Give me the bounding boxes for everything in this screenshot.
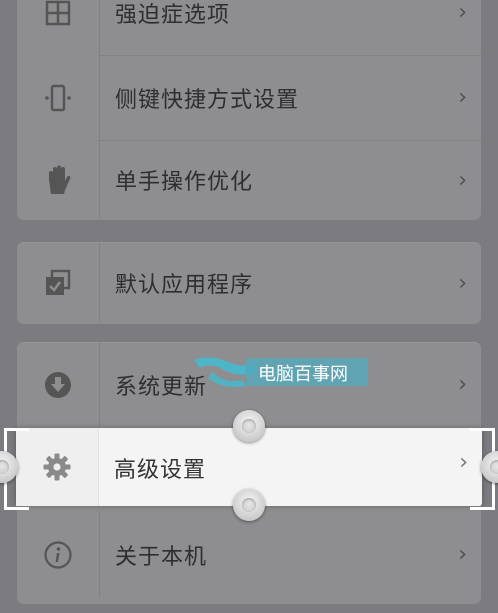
menu-item-label: 默认应用程序: [115, 273, 254, 298]
menu-item-ocd-options[interactable]: 强迫症选项 ›: [17, 0, 481, 55]
settings-group-2: 默认应用程序 ›: [17, 242, 481, 324]
chevron-right-icon: ›: [458, 85, 467, 110]
drag-handle-bottom[interactable]: [233, 489, 265, 521]
default-apps-icon: [17, 242, 100, 324]
menu-item-label: 侧键快捷方式设置: [115, 87, 300, 113]
chevron-right-icon: ›: [459, 450, 468, 475]
grid-icon: [17, 0, 100, 55]
chevron-right-icon: ›: [458, 542, 467, 567]
drag-handle-top[interactable]: [233, 410, 265, 442]
menu-item-label: 关于本机: [115, 544, 208, 570]
chevron-right-icon: ›: [458, 270, 467, 296]
chevron-right-icon: ›: [458, 167, 467, 193]
download-icon: [17, 342, 100, 427]
menu-item-one-hand[interactable]: 单手操作优化 ›: [17, 140, 481, 220]
settings-group-1: 强迫症选项 › 侧键快捷方式设置 › 单手操作优化 ›: [17, 0, 481, 220]
watermark: 电脑百事网: [190, 354, 368, 388]
menu-item-label: 高级设置: [114, 458, 207, 483]
watermark-text: 电脑百事网: [258, 364, 348, 385]
menu-item-label: 单手操作优化: [115, 170, 254, 195]
chevron-right-icon: ›: [458, 0, 467, 25]
menu-item-side-key[interactable]: 侧键快捷方式设置 ›: [17, 55, 481, 140]
chevron-right-icon: ›: [458, 372, 467, 397]
hand-icon: [17, 140, 100, 220]
menu-item-default-apps[interactable]: 默认应用程序 ›: [17, 242, 481, 324]
menu-item-about-phone[interactable]: 关于本机 ›: [17, 512, 481, 597]
menu-item-label: 强迫症选项: [115, 2, 231, 28]
side-key-icon: [17, 55, 100, 140]
info-icon: [17, 512, 100, 597]
